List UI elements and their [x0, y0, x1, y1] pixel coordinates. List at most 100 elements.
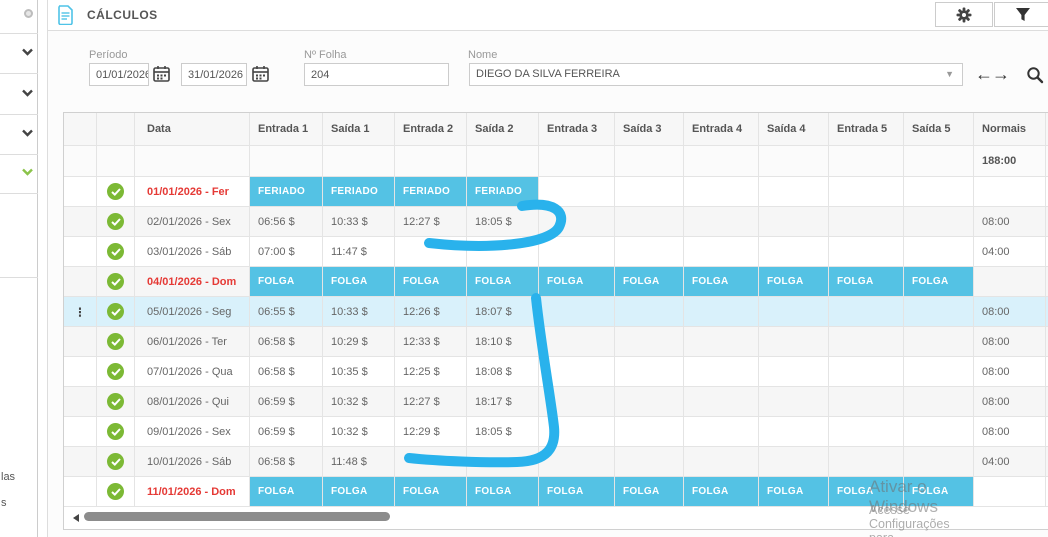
time-cell[interactable]: FOLGA: [829, 267, 904, 297]
time-cell[interactable]: FOLGA: [684, 267, 759, 297]
time-cell[interactable]: [539, 387, 615, 417]
time-cell[interactable]: [904, 357, 974, 387]
time-cell[interactable]: 12:33 $: [395, 327, 467, 357]
time-cell[interactable]: FERIADO: [323, 177, 395, 207]
filter-button[interactable]: [994, 2, 1048, 27]
time-cell[interactable]: [684, 177, 759, 207]
row-menu-cell[interactable]: [64, 477, 97, 507]
time-cell[interactable]: [904, 297, 974, 327]
row-status-cell[interactable]: [97, 417, 135, 447]
time-cell[interactable]: [759, 207, 829, 237]
time-cell[interactable]: FOLGA: [615, 267, 684, 297]
time-cell[interactable]: 12:25 $: [395, 357, 467, 387]
table-row[interactable]: 02/01/2026 - Sex06:56 $10:33 $12:27 $18:…: [64, 207, 1048, 237]
status-check-icon[interactable]: [107, 423, 124, 440]
time-cell[interactable]: FOLGA: [759, 477, 829, 507]
time-cell[interactable]: [829, 327, 904, 357]
time-cell[interactable]: [539, 237, 615, 267]
time-cell[interactable]: [829, 297, 904, 327]
table-row[interactable]: 08/01/2026 - Qui06:59 $10:32 $12:27 $18:…: [64, 387, 1048, 417]
row-status-cell[interactable]: [97, 297, 135, 327]
time-cell[interactable]: [759, 177, 829, 207]
row-status-cell[interactable]: [97, 387, 135, 417]
time-cell[interactable]: 12:27 $: [395, 387, 467, 417]
time-cell[interactable]: [684, 327, 759, 357]
row-status-cell[interactable]: [97, 267, 135, 297]
row-menu-cell[interactable]: [64, 267, 97, 297]
time-cell[interactable]: [684, 447, 759, 477]
chevron-down-icon[interactable]: [21, 129, 34, 137]
time-cell[interactable]: 06:58 $: [250, 357, 323, 387]
time-cell[interactable]: [615, 447, 684, 477]
time-cell[interactable]: 06:59 $: [250, 387, 323, 417]
chevron-down-icon[interactable]: [21, 48, 34, 56]
radio-dot-icon[interactable]: [24, 9, 33, 18]
time-cell[interactable]: [759, 297, 829, 327]
status-check-icon[interactable]: [107, 483, 124, 500]
time-cell[interactable]: 10:33 $: [323, 207, 395, 237]
row-menu-cell[interactable]: [64, 417, 97, 447]
time-cell[interactable]: [615, 417, 684, 447]
time-cell[interactable]: 10:35 $: [323, 357, 395, 387]
time-cell[interactable]: 11:47 $: [323, 237, 395, 267]
status-check-icon[interactable]: [107, 363, 124, 380]
time-cell[interactable]: [904, 177, 974, 207]
time-cell[interactable]: FOLGA: [615, 477, 684, 507]
time-cell[interactable]: 06:58 $: [250, 327, 323, 357]
row-menu-cell[interactable]: [64, 447, 97, 477]
row-menu-cell[interactable]: [64, 387, 97, 417]
time-cell[interactable]: [615, 207, 684, 237]
date-to-input[interactable]: [181, 63, 247, 86]
calendar-icon[interactable]: [153, 65, 171, 83]
time-cell[interactable]: [467, 237, 539, 267]
time-cell[interactable]: [684, 357, 759, 387]
time-cell[interactable]: [539, 297, 615, 327]
time-cell[interactable]: [904, 327, 974, 357]
table-row[interactable]: ⁝05/01/2026 - Seg06:55 $10:33 $12:26 $18…: [64, 297, 1048, 327]
time-cell[interactable]: FOLGA: [904, 477, 974, 507]
time-cell[interactable]: FOLGA: [539, 477, 615, 507]
status-check-icon[interactable]: [107, 393, 124, 410]
time-cell[interactable]: [904, 237, 974, 267]
table-row[interactable]: 03/01/2026 - Sáb07:00 $11:47 $04:00: [64, 237, 1048, 267]
time-cell[interactable]: 06:55 $: [250, 297, 323, 327]
time-cell[interactable]: 18:07 $: [467, 297, 539, 327]
time-cell[interactable]: FOLGA: [829, 477, 904, 507]
time-cell[interactable]: 12:26 $: [395, 297, 467, 327]
time-cell[interactable]: [615, 327, 684, 357]
time-cell[interactable]: 10:32 $: [323, 387, 395, 417]
time-cell[interactable]: 18:17 $: [467, 387, 539, 417]
kebab-menu-icon[interactable]: ⁝: [78, 307, 82, 317]
time-cell[interactable]: [684, 417, 759, 447]
time-cell[interactable]: [904, 387, 974, 417]
row-status-cell[interactable]: [97, 357, 135, 387]
time-cell[interactable]: 12:29 $: [395, 417, 467, 447]
time-cell[interactable]: 06:56 $: [250, 207, 323, 237]
status-check-icon[interactable]: [107, 333, 124, 350]
status-check-icon[interactable]: [107, 303, 124, 320]
time-cell[interactable]: FOLGA: [904, 267, 974, 297]
time-cell[interactable]: 07:00 $: [250, 237, 323, 267]
row-menu-cell[interactable]: [64, 327, 97, 357]
time-cell[interactable]: [829, 207, 904, 237]
time-cell[interactable]: FOLGA: [395, 267, 467, 297]
table-row[interactable]: 11/01/2026 - DomFOLGAFOLGAFOLGAFOLGAFOLG…: [64, 477, 1048, 507]
time-cell[interactable]: 12:27 $: [395, 207, 467, 237]
time-cell[interactable]: FOLGA: [684, 477, 759, 507]
scrollbar-thumb[interactable]: [84, 512, 390, 521]
time-cell[interactable]: 10:29 $: [323, 327, 395, 357]
time-cell[interactable]: [395, 447, 467, 477]
row-menu-cell[interactable]: [64, 207, 97, 237]
time-cell[interactable]: [539, 417, 615, 447]
time-cell[interactable]: 06:59 $: [250, 417, 323, 447]
row-menu-cell[interactable]: ⁝: [64, 297, 97, 327]
time-cell[interactable]: [759, 237, 829, 267]
time-cell[interactable]: FOLGA: [250, 267, 323, 297]
time-cell[interactable]: [615, 297, 684, 327]
time-cell[interactable]: 18:05 $: [467, 417, 539, 447]
row-status-cell[interactable]: [97, 477, 135, 507]
status-check-icon[interactable]: [107, 213, 124, 230]
row-status-cell[interactable]: [97, 207, 135, 237]
table-row[interactable]: 01/01/2026 - FerFERIADOFERIADOFERIADOFER…: [64, 177, 1048, 207]
scroll-left-arrow-icon[interactable]: [73, 514, 79, 522]
